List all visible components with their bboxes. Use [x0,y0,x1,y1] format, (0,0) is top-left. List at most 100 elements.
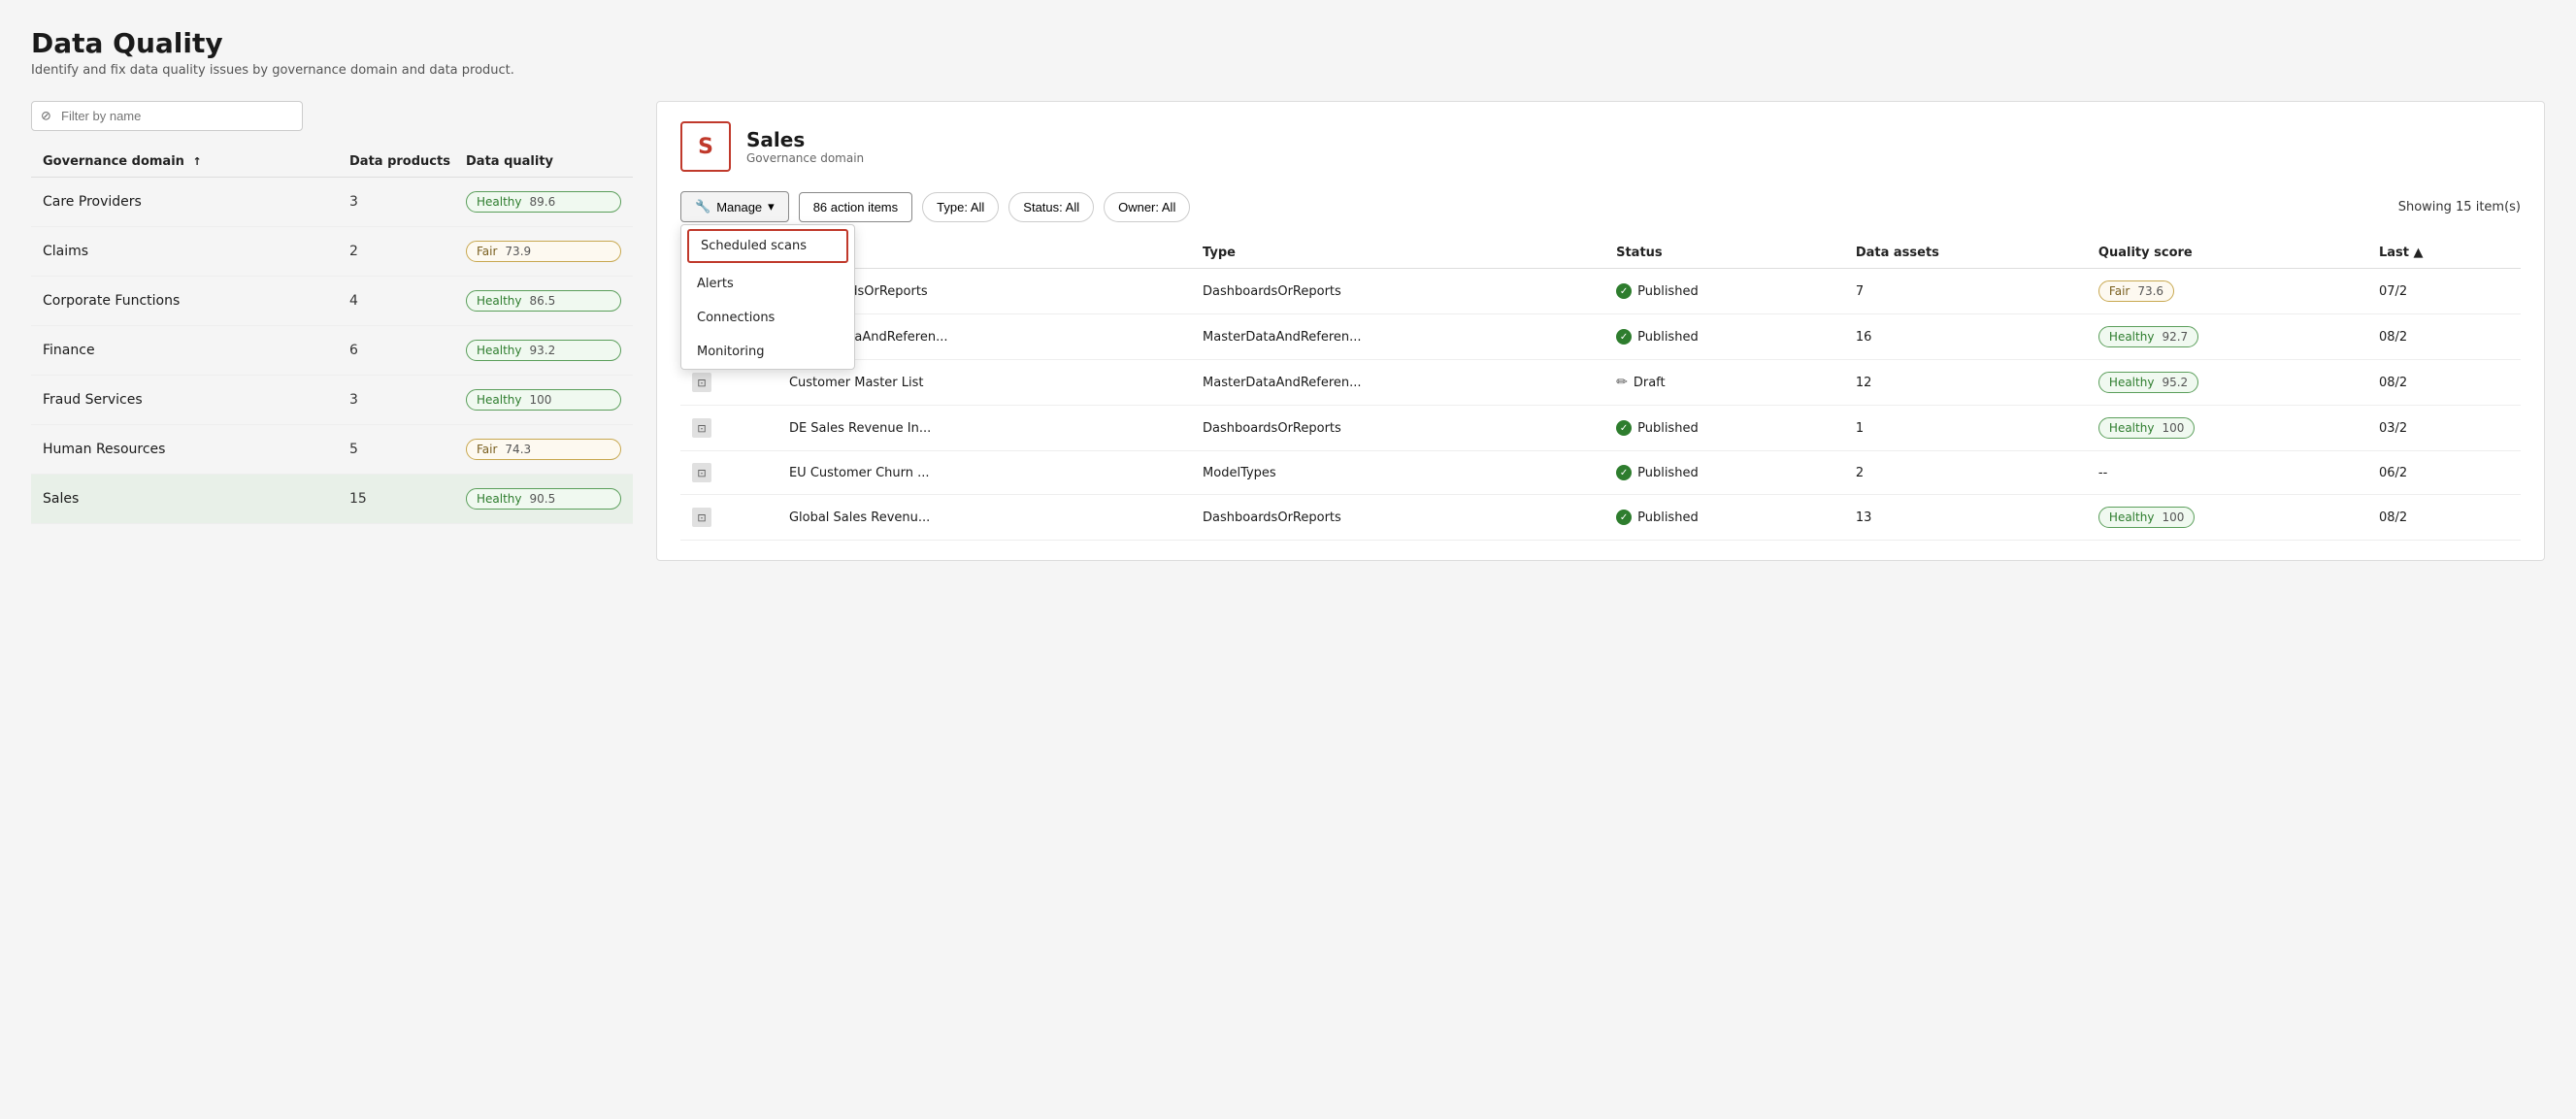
row-quality-cell: Healthy 92.7 [2087,314,2367,360]
table-row[interactable]: MasterDataAndReferen... MasterDataAndRef… [680,314,2521,360]
row-name-cell: DE Sales Revenue In... [777,406,1191,451]
domain-row-name: Sales [43,491,349,507]
quality-badge: Healthy 92.7 [2098,326,2198,347]
row-assets-cell: 16 [1844,314,2087,360]
domain-row[interactable]: Sales 15 Healthy 90.5 [31,475,633,524]
published-icon: ✓ [1616,420,1632,436]
manage-label: Manage [716,200,762,214]
status-cell: ✓ Published [1616,329,1833,345]
quality-score: 100 [2162,421,2184,435]
quality-label: Fair [477,443,497,456]
col-domain: Governance domain ↑ [43,154,349,169]
product-icon: ⊡ [692,373,711,392]
row-assets-cell: 1 [1844,406,2087,451]
published-icon: ✓ [1616,329,1632,345]
right-panel: S Sales Governance domain 🔧 Manage ▾ Sch… [656,101,2545,561]
domain-row[interactable]: Fraud Services 3 Healthy 100 [31,376,633,425]
status-text: Published [1637,284,1699,299]
row-type-cell: DashboardsOrReports [1191,269,1604,314]
products-table: Name Type Status Data assets Quality sco… [680,238,2521,541]
owner-filter-button[interactable]: Owner: All [1104,192,1190,222]
table-row[interactable]: ⊡ Customer Master List MasterDataAndRefe… [680,360,2521,406]
quality-score: 86.5 [530,294,556,308]
domain-row-name: Finance [43,343,349,358]
quality-score: 92.7 [2162,330,2188,344]
col-assets: Data assets [1844,238,2087,269]
manage-dropdown: Scheduled scans Alerts Connections Monit… [680,224,855,370]
quality-label: Healthy [477,344,522,357]
domain-row[interactable]: Care Providers 3 Healthy 89.6 [31,178,633,227]
quality-label: Fair [2109,284,2130,298]
status-cell: ✓ Published [1616,420,1833,436]
table-row[interactable]: ⊡ Global Sales Revenu... DashboardsOrRep… [680,495,2521,541]
quality-label: Healthy [2109,421,2155,435]
domain-header: S Sales Governance domain [680,121,2521,172]
dropdown-alerts[interactable]: Alerts [681,267,854,301]
domain-row[interactable]: Claims 2 Fair 73.9 [31,227,633,277]
row-assets-cell: 7 [1844,269,2087,314]
row-quality-cell: -- [2087,451,2367,495]
type-filter-button[interactable]: Type: All [922,192,999,222]
products-table-wrap: Name Type Status Data assets Quality sco… [680,238,2521,541]
filter-input[interactable] [31,101,303,131]
col-status: Status [1604,238,1844,269]
quality-score: 73.6 [2137,284,2163,298]
quality-label: Healthy [2109,376,2155,389]
row-assets-cell: 13 [1844,495,2087,541]
domain-row-name: Claims [43,244,349,259]
dropdown-monitoring[interactable]: Monitoring [681,335,854,369]
quality-score: 95.2 [2162,376,2188,389]
product-icon: ⊡ [692,463,711,482]
wrench-icon: 🔧 [695,199,710,214]
status-text: Published [1637,421,1699,436]
row-status-cell: ✓ Published [1604,269,1844,314]
toolbar: 🔧 Manage ▾ Scheduled scans Alerts Connec… [680,191,2521,222]
left-panel: ⊘ Governance domain ↑ Data products Data… [31,101,633,561]
status-text: Published [1637,466,1699,480]
row-quality-cell: Healthy 95.2 [2087,360,2367,406]
domain-row-badge: Fair 74.3 [466,439,621,460]
row-last-cell: 06/2 [2367,451,2521,495]
domain-row-name: Care Providers [43,194,349,210]
domain-row[interactable]: Finance 6 Healthy 93.2 [31,326,633,376]
products-rows: DashboardsOrReports DashboardsOrReports … [680,269,2521,541]
action-items-button[interactable]: 86 action items [799,192,912,222]
quality-score: 74.3 [505,443,531,456]
table-row[interactable]: DashboardsOrReports DashboardsOrReports … [680,269,2521,314]
row-last-cell: 07/2 [2367,269,2521,314]
left-table-header: Governance domain ↑ Data products Data q… [31,147,633,178]
quality-label: Healthy [477,492,522,506]
domain-row-name: Corporate Functions [43,293,349,309]
row-type-cell: MasterDataAndReferen... [1191,360,1604,406]
manage-button[interactable]: 🔧 Manage ▾ [680,191,789,222]
domain-row-count: 2 [349,244,466,259]
quality-score: 90.5 [530,492,556,506]
domain-row[interactable]: Corporate Functions 4 Healthy 86.5 [31,277,633,326]
row-status-cell: ✓ Published [1604,495,1844,541]
row-type-cell: DashboardsOrReports [1191,495,1604,541]
quality-score: 100 [2162,510,2184,524]
quality-label: Healthy [477,393,522,407]
dropdown-connections[interactable]: Connections [681,301,854,335]
table-row[interactable]: ⊡ EU Customer Churn ... ModelTypes ✓ Pub… [680,451,2521,495]
quality-badge: Healthy 100 [2098,417,2195,439]
table-row[interactable]: ⊡ DE Sales Revenue In... DashboardsOrRep… [680,406,2521,451]
product-icon: ⊡ [692,508,711,527]
quality-label: Healthy [2109,330,2155,344]
row-last-cell: 08/2 [2367,495,2521,541]
domain-row-count: 4 [349,293,466,309]
quality-score: 93.2 [530,344,556,357]
status-cell: ✓ Published [1616,510,1833,525]
status-filter-button[interactable]: Status: All [1008,192,1094,222]
domain-row-badge: Fair 73.9 [466,241,621,262]
domain-row[interactable]: Human Resources 5 Fair 74.3 [31,425,633,475]
domain-row-name: Human Resources [43,442,349,457]
quality-label: Healthy [477,294,522,308]
domain-row-badge: Healthy 93.2 [466,340,621,361]
dropdown-scheduled-scans[interactable]: Scheduled scans [687,229,848,263]
domain-row-badge: Healthy 100 [466,389,621,411]
col-last: Last [2367,238,2521,269]
filter-wrap: ⊘ [31,101,303,131]
col-quality-score: Quality score [2087,238,2367,269]
row-quality-cell: Fair 73.6 [2087,269,2367,314]
